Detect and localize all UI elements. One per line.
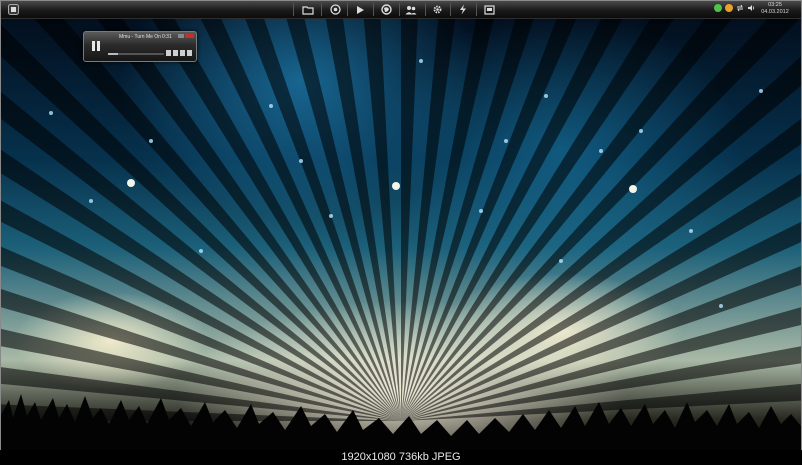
pause-bar-left bbox=[91, 40, 95, 51]
sparkle bbox=[269, 104, 273, 108]
sparkle bbox=[719, 304, 723, 308]
sparkle bbox=[559, 259, 563, 263]
sync-icon[interactable] bbox=[736, 4, 744, 12]
clock[interactable]: 03:25 04.03.2012 bbox=[755, 2, 795, 16]
volume-icon[interactable] bbox=[747, 4, 755, 12]
media-player-widget: Mmu - Turn Me On 0:31 bbox=[83, 31, 197, 62]
taskbar-separator bbox=[293, 3, 294, 16]
sparkle bbox=[419, 59, 423, 63]
taskbar-separator bbox=[450, 3, 451, 16]
clock-date: 04.03.2012 bbox=[761, 9, 789, 15]
sparkle bbox=[392, 182, 400, 190]
image-caption: 1920x1080 736kb JPEG bbox=[0, 450, 802, 465]
sparkle bbox=[639, 129, 643, 133]
taskbar-separator bbox=[476, 3, 477, 16]
sparkle bbox=[479, 209, 483, 213]
folder-icon[interactable] bbox=[300, 3, 316, 16]
sparkle bbox=[689, 229, 693, 233]
taskbar: 03:25 04.03.2012 bbox=[1, 1, 801, 19]
wallpaper bbox=[1, 1, 801, 450]
forward-button[interactable] bbox=[173, 50, 178, 56]
system-tray bbox=[714, 4, 755, 12]
firefox-icon[interactable] bbox=[378, 3, 394, 16]
sparkle bbox=[629, 185, 637, 193]
close-button[interactable] bbox=[185, 34, 194, 38]
sparkle bbox=[49, 111, 53, 115]
users-icon[interactable] bbox=[403, 3, 419, 16]
sparkle bbox=[504, 139, 508, 143]
sparkle bbox=[599, 149, 603, 153]
sparkle bbox=[89, 199, 93, 203]
eject-button[interactable] bbox=[187, 50, 192, 56]
taskbar-separator bbox=[347, 3, 348, 16]
lightning-icon[interactable] bbox=[455, 3, 471, 16]
green-status-icon[interactable] bbox=[714, 4, 722, 12]
pause-bar-right bbox=[96, 40, 100, 51]
sparkle bbox=[199, 249, 203, 253]
player-controls bbox=[166, 50, 192, 56]
sparkle bbox=[329, 214, 333, 218]
orange-status-icon[interactable] bbox=[725, 4, 733, 12]
play-icon[interactable] bbox=[352, 3, 368, 16]
player-window-controls bbox=[178, 34, 194, 38]
screen-icon[interactable] bbox=[481, 3, 497, 16]
sparkle bbox=[149, 139, 153, 143]
start-logo-icon[interactable] bbox=[5, 3, 21, 16]
sparkle bbox=[544, 94, 548, 98]
seek-bar-fill bbox=[108, 53, 119, 55]
clock-time: 03:25 bbox=[768, 2, 782, 8]
minimize-button[interactable] bbox=[178, 34, 184, 38]
sparkle bbox=[299, 159, 303, 163]
sparkle bbox=[759, 89, 763, 93]
taskbar-separator bbox=[321, 3, 322, 16]
grass-silhouette bbox=[1, 394, 801, 450]
stop-button[interactable] bbox=[180, 50, 185, 56]
taskbar-separator bbox=[399, 3, 400, 16]
gear-icon[interactable] bbox=[429, 3, 445, 16]
desktop: 03:25 04.03.2012 Mmu - Turn Me On 0:31 bbox=[0, 0, 802, 465]
chrome-icon[interactable] bbox=[327, 3, 343, 16]
pause-button[interactable] bbox=[88, 37, 103, 54]
taskbar-separator bbox=[373, 3, 374, 16]
seek-bar[interactable] bbox=[108, 53, 164, 55]
rewind-button[interactable] bbox=[166, 50, 171, 56]
sparkle bbox=[127, 179, 135, 187]
taskbar-separator bbox=[425, 3, 426, 16]
track-time: 0:31 bbox=[162, 34, 172, 40]
